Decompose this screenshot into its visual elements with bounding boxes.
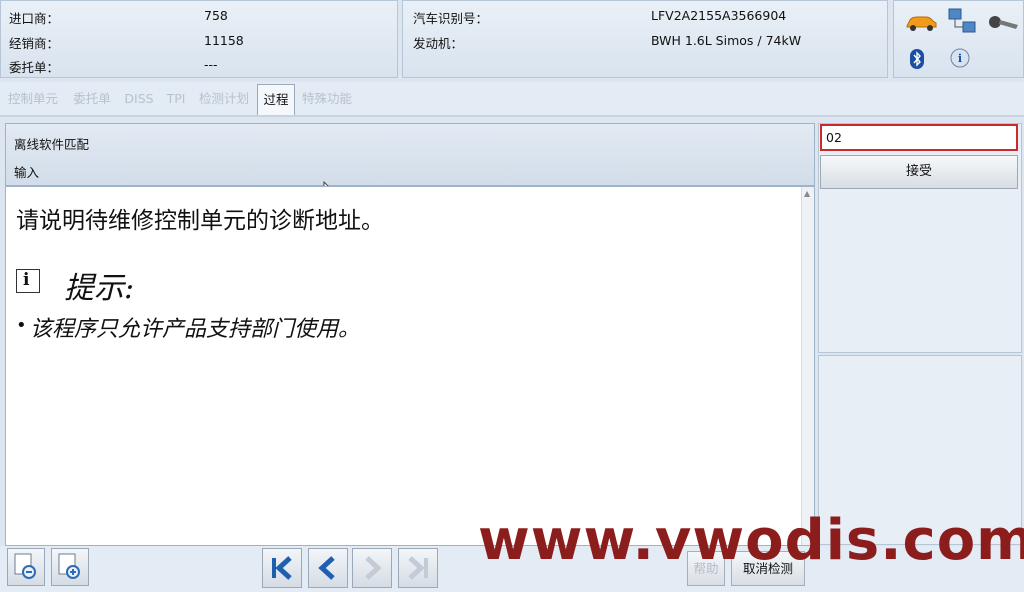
- engine-label: 发动机：: [413, 36, 464, 51]
- previous-page-button[interactable]: [308, 548, 348, 588]
- zoom-out-button[interactable]: [7, 548, 45, 586]
- order-label: 委托单：: [9, 60, 60, 75]
- next-page-button[interactable]: [352, 548, 392, 588]
- zoom-out-icon: [14, 553, 36, 579]
- tab-control-unit[interactable]: 控制单元: [4, 86, 62, 112]
- scroll-up-icon[interactable]: ▲: [804, 189, 810, 198]
- svg-text:i: i: [958, 52, 962, 65]
- tab-tpi[interactable]: TPI: [162, 86, 190, 112]
- tab-divider: [0, 115, 1024, 117]
- order-value: ---: [204, 57, 218, 72]
- header-left-panel: 进口商： 758 经销商： 11158 委托单： ---: [0, 0, 398, 78]
- content-scrollbar[interactable]: ▲: [801, 187, 814, 545]
- car-icon[interactable]: [904, 11, 938, 33]
- first-page-icon: [272, 556, 292, 580]
- last-page-button[interactable]: [398, 548, 438, 588]
- instruction-question: 请说明待维修控制单元的诊断地址。: [16, 208, 384, 234]
- key-icon[interactable]: [987, 11, 1021, 33]
- vin-label: 汽车识别号：: [413, 11, 489, 26]
- instruction-panel: 请说明待维修控制单元的诊断地址。 i 提示: • 该程序只允许产品支持部门使用。…: [5, 186, 815, 546]
- tab-bar: 控制单元 委托单 DISS TPI 检测计划 过程 特殊功能: [0, 82, 1024, 115]
- procedure-title: 离线软件匹配: [14, 137, 90, 152]
- tab-special-functions[interactable]: 特殊功能: [297, 86, 357, 112]
- procedure-subtitle: 输入: [14, 165, 40, 180]
- importer-label: 进口商：: [9, 11, 60, 26]
- bluetooth-icon[interactable]: [910, 49, 924, 69]
- tab-diss[interactable]: DISS: [119, 86, 159, 112]
- procedure-title-box: 离线软件匹配 输入: [5, 123, 815, 186]
- zoom-in-icon: [58, 553, 80, 579]
- header-middle-panel: 汽车识别号： LFV2A2155A3566904 发动机： BWH 1.6L S…: [402, 0, 888, 78]
- chevron-right-icon: [365, 556, 382, 580]
- watermark-text: www.vwodis.com: [478, 508, 1024, 573]
- dealer-label: 经销商：: [9, 36, 60, 51]
- dealer-value: 11158: [204, 33, 244, 48]
- accept-button[interactable]: 接受: [820, 155, 1018, 189]
- tab-test-plan[interactable]: 检测计划: [194, 86, 254, 112]
- info-box-icon: i: [16, 269, 40, 293]
- network-icon[interactable]: [946, 6, 978, 38]
- hint-item: 该程序只允许产品支持部门使用。: [30, 317, 361, 342]
- hint-bullet: •: [16, 315, 27, 336]
- first-page-button[interactable]: [262, 548, 302, 588]
- engine-value: BWH 1.6L Simos / 74kW: [651, 33, 802, 48]
- zoom-in-button[interactable]: [51, 548, 89, 586]
- last-page-icon: [408, 556, 428, 580]
- vin-value: LFV2A2155A3566904: [651, 8, 787, 23]
- header-icons-panel: i: [893, 0, 1024, 78]
- info-icon[interactable]: i: [949, 47, 971, 69]
- diagnostic-address-input[interactable]: 02: [820, 124, 1018, 151]
- chevron-left-icon: [318, 556, 335, 580]
- hint-title: 提示:: [64, 271, 135, 306]
- tab-order[interactable]: 委托单: [68, 86, 116, 112]
- tab-process[interactable]: 过程: [257, 84, 295, 115]
- importer-value: 758: [204, 8, 228, 23]
